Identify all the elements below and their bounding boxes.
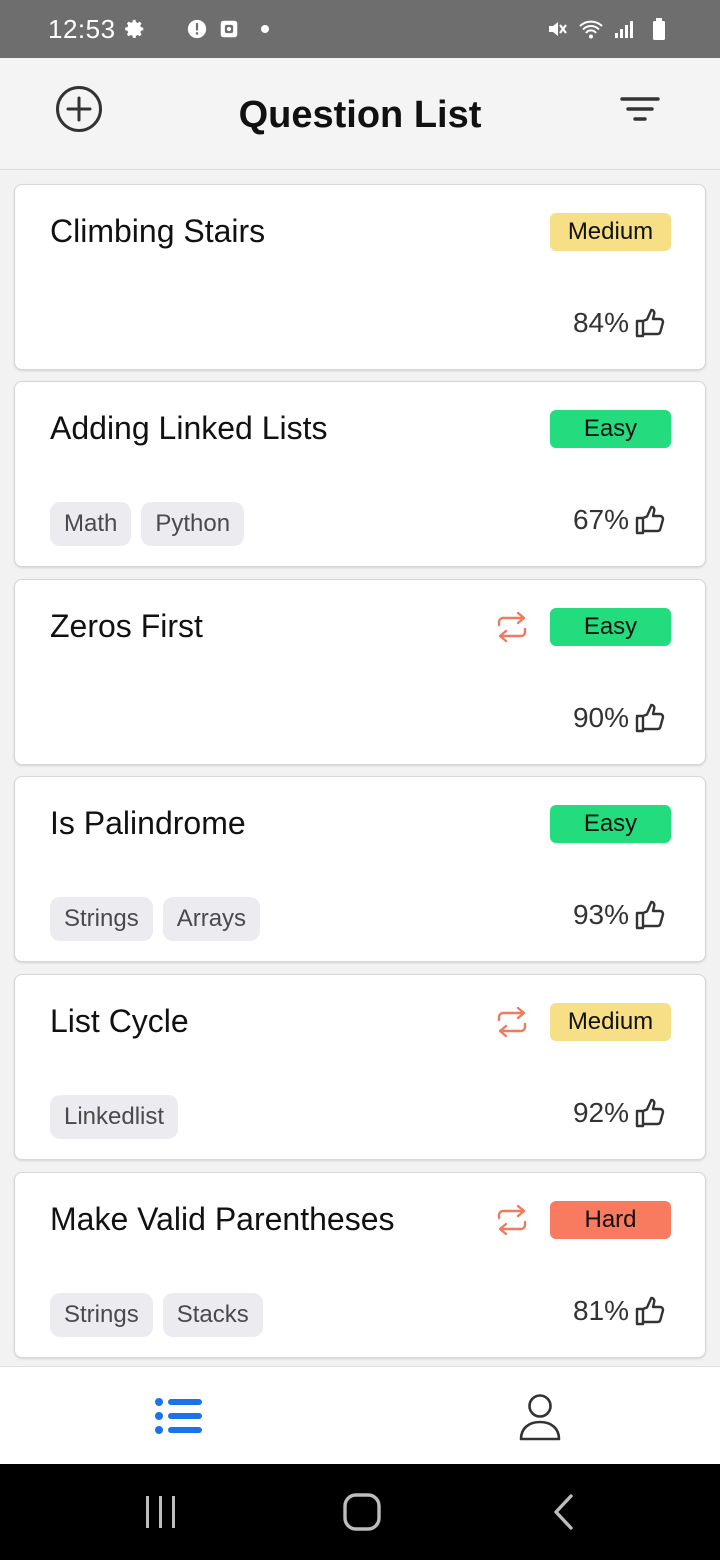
filter-button[interactable] [612,86,668,134]
question-card[interactable]: Is Palindrome Easy Strings Arrays 93% [14,776,706,962]
question-rating: 84% [573,306,667,340]
difficulty-badge: Easy [550,608,671,646]
screenshot-icon [216,16,242,42]
question-rating: 92% [573,1096,667,1130]
rating-percent: 67% [572,504,629,535]
tab-question-list[interactable] [146,1393,212,1439]
profile-icon [519,1394,561,1441]
recents-button[interactable] [131,1488,191,1536]
question-title: Zeros First [50,608,203,644]
status-time: 12:53 [48,14,116,44]
question-card[interactable]: List Cycle Medium Linkedlist 92% [14,974,706,1160]
thumbs-up-icon [633,306,667,340]
question-title: List Cycle [50,1003,189,1039]
status-left-icons [122,16,278,42]
status-right-icons [544,16,672,42]
tag-list: Strings Arrays [50,897,261,941]
alert-icon [184,16,210,42]
wifi-icon [578,16,604,42]
rating-percent: 81% [572,1295,629,1326]
difficulty-badge: Easy [550,805,671,843]
repeat-icon [493,1203,531,1237]
question-rating: 67% [573,503,667,537]
question-list: Climbing Stairs Medium 84% Adding Linked… [0,171,720,1366]
mute-icon [544,16,570,42]
rating-percent: 84% [572,307,629,338]
thumbs-up-icon [633,1294,667,1328]
tag-list: Strings Stacks [50,1293,263,1337]
tag-chip[interactable]: Linkedlist [50,1095,179,1139]
tag-chip[interactable]: Strings [50,897,153,941]
list-icon [155,1398,202,1434]
thumbs-up-icon [633,1096,667,1130]
signal-icon [612,16,638,42]
back-button[interactable] [534,1488,594,1536]
question-card[interactable]: Climbing Stairs Medium 84% [14,184,706,370]
question-card[interactable]: Adding Linked Lists Easy Math Python 67% [14,381,706,567]
repeat-icon [493,610,531,644]
question-card[interactable]: Zeros First Easy 90% [14,579,706,765]
home-icon [343,1493,381,1531]
tag-chip[interactable]: Strings [50,1293,153,1337]
back-icon [554,1494,573,1530]
rating-percent: 90% [572,702,629,733]
tag-list: Math Python [50,502,245,546]
question-rating: 81% [573,1294,667,1328]
system-nav-bar [0,1464,720,1560]
battery-icon [646,16,672,42]
bottom-tab-bar [0,1366,720,1464]
filter-icon [620,97,660,121]
tab-profile[interactable] [509,1389,571,1445]
rating-percent: 92% [572,1097,629,1128]
question-rating: 90% [573,701,667,735]
gear-icon [122,16,148,42]
repeat-icon [493,1005,531,1039]
question-title: Make Valid Parentheses [50,1201,395,1237]
difficulty-badge: Medium [550,1003,671,1041]
tag-list: Linkedlist [50,1095,179,1139]
status-bar: 12:53 [0,0,720,58]
home-button[interactable] [332,1488,392,1536]
difficulty-badge: Hard [550,1201,671,1239]
dot-icon [252,16,278,42]
rating-percent: 93% [572,899,629,930]
app-header: Question List [0,58,720,170]
question-rating: 93% [573,898,667,932]
thumbs-up-icon [633,701,667,735]
thumbs-up-icon [633,503,667,537]
tag-chip[interactable]: Python [141,502,245,546]
difficulty-badge: Medium [550,213,671,251]
recents-icon [146,1496,175,1528]
difficulty-badge: Easy [550,410,671,448]
tag-chip[interactable]: Math [50,502,132,546]
question-title: Climbing Stairs [50,213,266,249]
question-card[interactable]: Make Valid Parentheses Hard Strings Stac… [14,1172,706,1358]
tag-chip[interactable]: Arrays [162,897,261,941]
question-title: Adding Linked Lists [50,410,328,446]
thumbs-up-icon [633,898,667,932]
tag-chip[interactable]: Stacks [162,1293,263,1337]
question-title: Is Palindrome [50,805,246,841]
